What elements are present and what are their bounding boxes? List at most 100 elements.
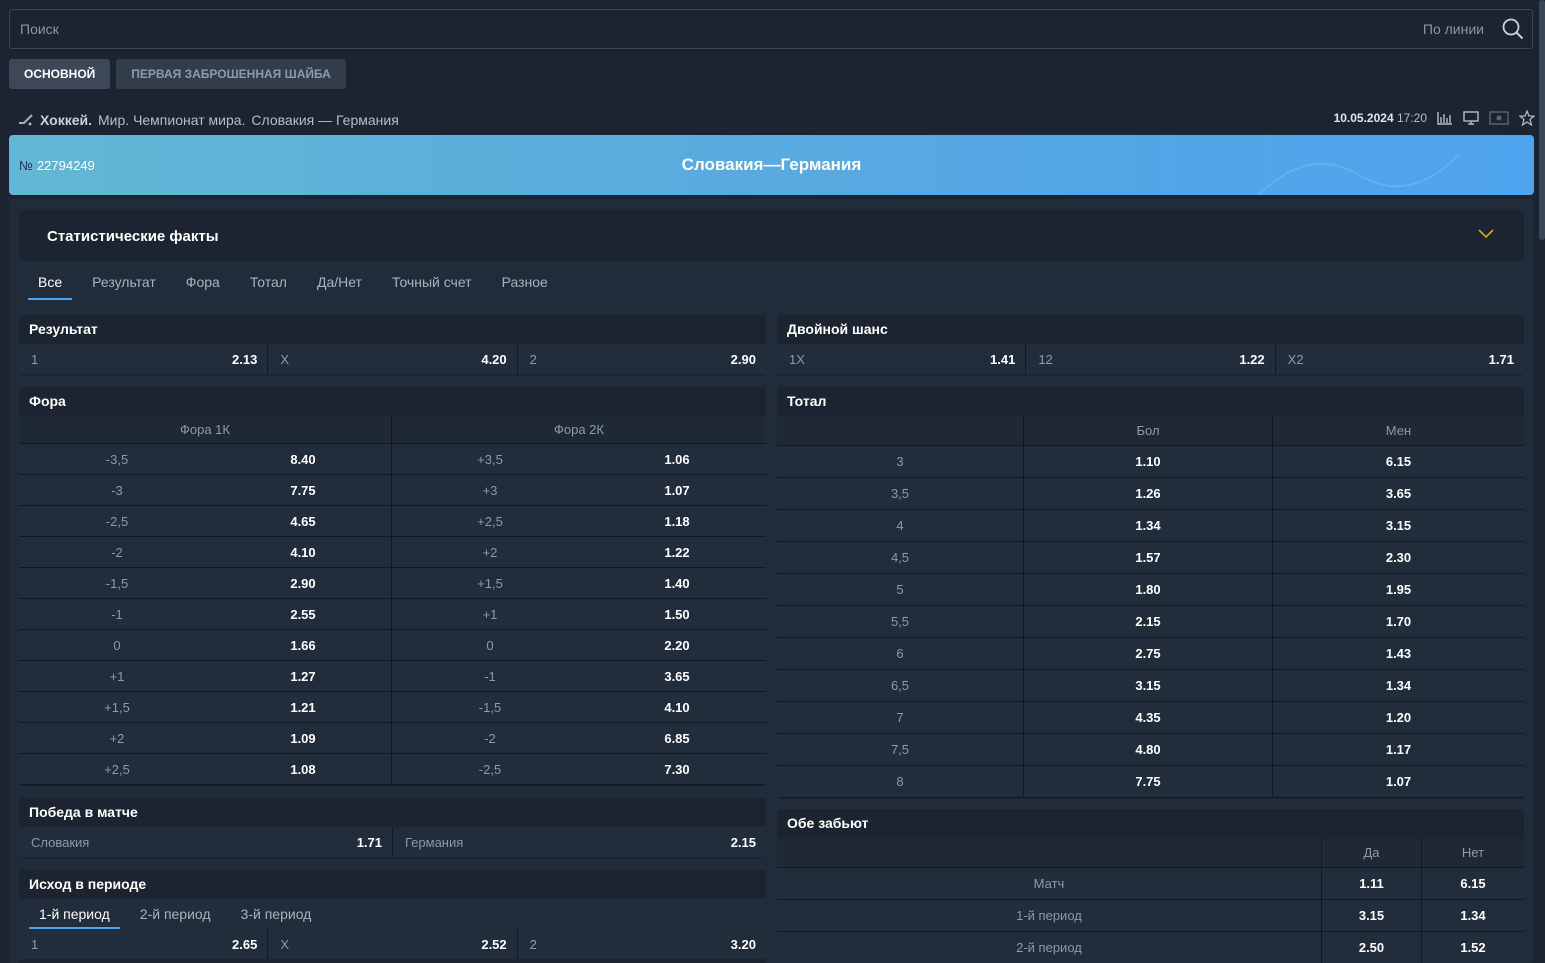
- filter-result[interactable]: Результат: [82, 271, 166, 300]
- stat-facts-panel[interactable]: Статистические факты: [19, 210, 1524, 261]
- odd-button[interactable]: 1.09: [215, 723, 392, 754]
- tab-main[interactable]: ОСНОВНОЙ: [9, 59, 111, 89]
- filter-all[interactable]: Все: [28, 271, 73, 300]
- odd-button[interactable]: 3.15: [1024, 670, 1273, 702]
- event-banner: № 22794249 Словакия—Германия: [9, 135, 1534, 195]
- handicap-2k-line: +1,5: [392, 568, 588, 599]
- odd-button[interactable]: 3.15: [1322, 900, 1422, 932]
- search-icon[interactable]: [1502, 18, 1524, 40]
- tab-period-3[interactable]: 3-й период: [231, 899, 322, 929]
- odd-button[interactable]: 3.65: [588, 661, 766, 692]
- odd-button[interactable]: 6.15: [1273, 446, 1524, 478]
- odd-button[interactable]: 1.11: [1322, 868, 1422, 900]
- odd-button[interactable]: 1.34: [1024, 510, 1273, 542]
- breadcrumb-league[interactable]: Мир. Чемпионат мира.: [98, 112, 245, 128]
- handicap-col-2k: Фора 2К: [392, 416, 766, 444]
- market-filters: Все Результат Фора Тотал Да/Нет Точный с…: [28, 271, 568, 300]
- tab-period-2[interactable]: 2-й период: [130, 899, 221, 929]
- search-bar[interactable]: Поиск По линии: [9, 9, 1533, 49]
- filter-yes-no[interactable]: Да/Нет: [307, 271, 372, 300]
- odd-button[interactable]: 2.30: [1273, 542, 1524, 574]
- odd-button[interactable]: 12 1.22: [1026, 344, 1276, 374]
- period-result-title: Исход в периоде: [29, 876, 147, 892]
- filter-handicap[interactable]: Фора: [176, 271, 230, 300]
- field-icon[interactable]: [1489, 111, 1509, 125]
- odd-button[interactable]: 7.75: [1024, 766, 1273, 798]
- odd-button[interactable]: X 2.52: [268, 929, 518, 959]
- odd-button[interactable]: 1.07: [588, 475, 766, 506]
- odd-button[interactable]: 1.95: [1273, 574, 1524, 606]
- total-line: 7,5: [777, 734, 1024, 766]
- odd-button[interactable]: 2.90: [215, 568, 392, 599]
- tab-period-1[interactable]: 1-й период: [29, 899, 120, 929]
- breadcrumb-sport[interactable]: Хоккей.: [40, 112, 92, 128]
- total-line: 8: [777, 766, 1024, 798]
- odd-button[interactable]: 1 2.13: [19, 344, 269, 374]
- odd-button[interactable]: 1.20: [1273, 702, 1524, 734]
- odd-button[interactable]: X 4.20: [268, 344, 518, 374]
- tv-icon[interactable]: [1463, 111, 1479, 125]
- odd-button[interactable]: 1.43: [1273, 638, 1524, 670]
- odd-button[interactable]: 1.18: [588, 506, 766, 537]
- odd-button[interactable]: 1.07: [1273, 766, 1524, 798]
- star-icon[interactable]: [1519, 110, 1535, 126]
- odd-button[interactable]: X2 1.71: [1275, 344, 1524, 374]
- odd-button[interactable]: 1X 1.41: [777, 344, 1027, 374]
- odd-button[interactable]: 4.35: [1024, 702, 1273, 734]
- odd-button[interactable]: 7.30: [588, 754, 766, 785]
- odd-button[interactable]: 6.85: [588, 723, 766, 754]
- odd-button[interactable]: 1.21: [215, 692, 392, 723]
- odd-button[interactable]: 4.10: [588, 692, 766, 723]
- scrollbar[interactable]: [1539, 0, 1545, 240]
- filter-total[interactable]: Тотал: [240, 271, 297, 300]
- tab-first-goal[interactable]: ПЕРВАЯ ЗАБРОШЕННАЯ ШАЙБА: [116, 59, 346, 89]
- odd-button[interactable]: 1.22: [588, 537, 766, 568]
- handicap-1k-line: -3,5: [19, 444, 215, 475]
- odd-button[interactable]: 4.80: [1024, 734, 1273, 766]
- odd-button[interactable]: 2.50: [1322, 932, 1422, 963]
- odd-button[interactable]: 1 2.65: [19, 929, 269, 959]
- chevron-down-icon[interactable]: [1478, 229, 1494, 239]
- odd-button[interactable]: 1.08: [215, 754, 392, 785]
- odd-button[interactable]: 2.20: [588, 630, 766, 661]
- total-line: 6: [777, 638, 1024, 670]
- odd-button[interactable]: Германия 2.15: [393, 827, 766, 857]
- handicap-1k-line: -2: [19, 537, 215, 568]
- odd-button[interactable]: 2 2.90: [517, 344, 766, 374]
- handicap-2k-line: +3: [392, 475, 588, 506]
- odd-button[interactable]: 8.40: [215, 444, 392, 475]
- stats-icon[interactable]: [1437, 111, 1453, 125]
- odd-button[interactable]: 2.55: [215, 599, 392, 630]
- odd-button[interactable]: 1.70: [1273, 606, 1524, 638]
- odd-button[interactable]: 1.57: [1024, 542, 1273, 574]
- odd-button[interactable]: 1.40: [588, 568, 766, 599]
- both-score-row-label: Матч: [777, 868, 1322, 900]
- odd-button[interactable]: 2 3.20: [517, 929, 766, 959]
- odd-button[interactable]: 1.50: [588, 599, 766, 630]
- odd-button[interactable]: 7.75: [215, 475, 392, 506]
- odd-button[interactable]: 1.27: [215, 661, 392, 692]
- odd-button[interactable]: 2.75: [1024, 638, 1273, 670]
- odd-button[interactable]: 3.65: [1273, 478, 1524, 510]
- handicap-col-1k: Фора 1К: [19, 416, 392, 444]
- odd-button[interactable]: 4.65: [215, 506, 392, 537]
- odd-button[interactable]: 1.34: [1273, 670, 1524, 702]
- total-line: 5: [777, 574, 1024, 606]
- odd-button[interactable]: 1.66: [215, 630, 392, 661]
- odd-button[interactable]: 1.26: [1024, 478, 1273, 510]
- odd-button[interactable]: 2.15: [1024, 606, 1273, 638]
- odd-button[interactable]: 3.15: [1273, 510, 1524, 542]
- odd-button[interactable]: 6.15: [1422, 868, 1524, 900]
- filter-exact-score[interactable]: Точный счет: [382, 271, 482, 300]
- search-input[interactable]: Поиск: [20, 21, 59, 37]
- odd-button[interactable]: Словакия 1.71: [19, 827, 393, 857]
- odd-button[interactable]: 1.06: [588, 444, 766, 475]
- filter-misc[interactable]: Разное: [492, 271, 558, 300]
- odd-button[interactable]: 1.10: [1024, 446, 1273, 478]
- odd-button[interactable]: 1.52: [1422, 932, 1524, 963]
- odd-button[interactable]: 1.80: [1024, 574, 1273, 606]
- odd-button[interactable]: 1.34: [1422, 900, 1524, 932]
- search-mode-label[interactable]: По линии: [1423, 21, 1484, 37]
- odd-button[interactable]: 4.10: [215, 537, 392, 568]
- odd-button[interactable]: 1.17: [1273, 734, 1524, 766]
